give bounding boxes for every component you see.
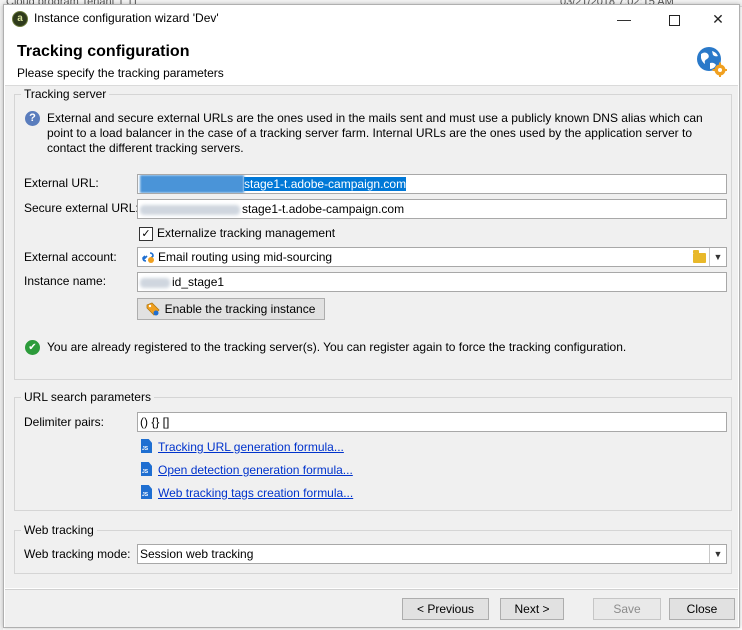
external-account-field[interactable]: Email routing using mid-sourcing ▼ [137, 247, 727, 267]
info-icon: ? [25, 111, 40, 126]
enable-tracking-label: Enable the tracking instance [164, 302, 316, 316]
external-url-label: External URL: [24, 176, 99, 190]
open-detection-formula-link[interactable]: Open detection generation formula... [158, 463, 353, 477]
window-title: Instance configuration wizard 'Dev' [34, 11, 219, 25]
web-tracking-mode-label: Web tracking mode: [24, 547, 131, 561]
delimiter-pairs-field[interactable]: () {} [] [137, 412, 727, 432]
globe-gear-icon [697, 47, 727, 77]
externalize-checkbox[interactable]: ✓ [139, 227, 153, 241]
delimiter-pairs-value: () {} [] [140, 415, 170, 429]
next-button[interactable]: Next > [500, 598, 564, 620]
previous-button[interactable]: < Previous [402, 598, 489, 620]
page-subtitle: Please specify the tracking parameters [17, 66, 224, 80]
account-dropdown-arrow[interactable]: ▼ [709, 248, 726, 266]
web-tracking-mode-select[interactable]: Session web tracking ▼ [137, 544, 727, 564]
web-tracking-tags-formula-link[interactable]: Web tracking tags creation formula... [158, 486, 353, 500]
js-file-icon: JS [141, 439, 152, 453]
tracking-url-formula-link[interactable]: Tracking URL generation formula... [158, 440, 344, 454]
page-title: Tracking configuration [17, 43, 190, 60]
js-file-icon: JS [141, 485, 152, 499]
tracking-info-text: External and secure external URLs are th… [47, 111, 703, 155]
js-file-icon: JS [141, 462, 152, 476]
external-url-value: stage1-t.adobe-campaign.com [244, 177, 407, 191]
secure-url-field[interactable]: stage1-t.adobe-campaign.com [137, 199, 727, 219]
app-logo-icon: a [12, 11, 28, 27]
web-tracking-mode-value: Session web tracking [140, 547, 254, 561]
wizard-header: Tracking configuration Please specify th… [5, 33, 738, 86]
chevron-down-icon[interactable]: ▼ [709, 545, 726, 563]
wizard-body: Tracking server ? External and secure ex… [5, 86, 738, 588]
url-search-group-label: URL search parameters [21, 390, 154, 404]
url-search-group: URL search parameters Delimiter pairs: (… [14, 390, 732, 511]
save-button[interactable]: Save [593, 598, 661, 620]
tracking-server-group-label: Tracking server [21, 87, 110, 101]
redacted-url-prefix [140, 204, 240, 215]
redacted-instance-prefix [140, 277, 170, 288]
secure-url-label: Secure external URL: [24, 201, 139, 215]
success-check-icon: ✔ [25, 340, 40, 355]
external-account-label: External account: [24, 250, 117, 264]
enable-tracking-button[interactable]: Enable the tracking instance [137, 298, 325, 320]
external-account-value: Email routing using mid-sourcing [158, 250, 333, 264]
secure-url-value: stage1-t.adobe-campaign.com [242, 202, 405, 216]
maximize-button[interactable] [651, 5, 697, 33]
minimize-button[interactable]: — [601, 5, 647, 33]
close-window-button[interactable]: ✕ [695, 5, 741, 33]
instance-name-field[interactable]: id_stage1 [137, 272, 727, 292]
wizard-window: a Instance configuration wizard 'Dev' — … [3, 4, 740, 628]
close-button[interactable]: Close [669, 598, 735, 620]
web-tracking-group: Web tracking Web tracking mode: Session … [14, 523, 732, 574]
delimiter-pairs-label: Delimiter pairs: [24, 415, 105, 429]
link-account-icon [142, 252, 154, 263]
maximize-icon [668, 14, 680, 26]
folder-icon[interactable] [693, 250, 706, 263]
external-url-field[interactable]: stage1-t.adobe-campaign.com [137, 174, 727, 194]
externalize-label: Externalize tracking management [157, 226, 336, 240]
tracking-server-group: Tracking server ? External and secure ex… [14, 87, 732, 380]
tag-icon [146, 302, 160, 316]
wizard-footer: < Previous Next > Save Close [5, 589, 738, 627]
instance-name-label: Instance name: [24, 274, 107, 288]
registration-status-text: You are already registered to the tracki… [47, 340, 627, 354]
title-bar: a Instance configuration wizard 'Dev' — … [4, 5, 739, 33]
web-tracking-group-label: Web tracking [21, 523, 97, 537]
redacted-url-prefix [140, 175, 244, 193]
instance-name-value: id_stage1 [172, 275, 225, 289]
